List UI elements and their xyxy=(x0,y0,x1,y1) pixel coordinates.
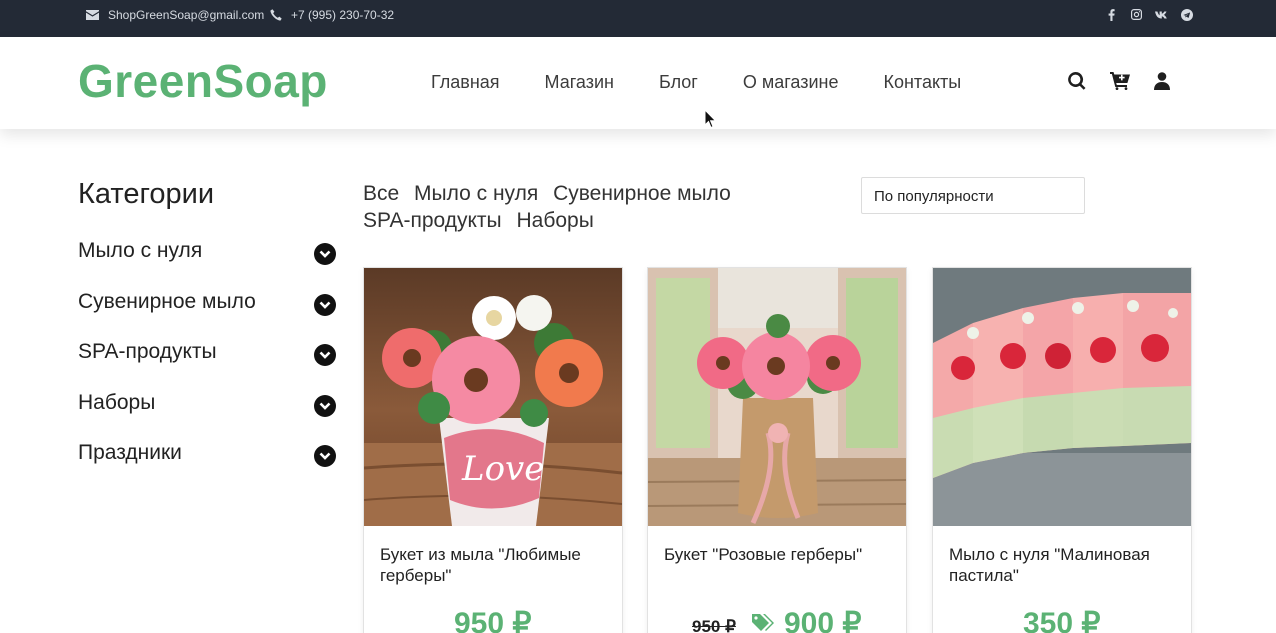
site-logo[interactable]: GreenSoap xyxy=(78,54,328,108)
sidebar-title: Категории xyxy=(78,178,215,210)
nav-home[interactable]: Главная xyxy=(431,72,500,93)
product-card[interactable]: Мыло с нуля "Малиновая пастила" 350 ₽ xyxy=(932,267,1192,633)
category-sidebar: Категории Мыло с нуля Сувенирное мыло SP… xyxy=(78,178,338,492)
category-item[interactable]: Праздники xyxy=(78,441,338,492)
user-icon[interactable] xyxy=(1154,72,1170,90)
category-item[interactable]: Наборы xyxy=(78,391,338,442)
sort-select[interactable]: По популярности xyxy=(861,177,1085,214)
filter-tab-sets[interactable]: Наборы xyxy=(516,209,593,232)
chevron-down-icon[interactable] xyxy=(314,394,336,417)
product-old-price: 950 ₽ xyxy=(692,617,736,633)
chevron-down-icon[interactable] xyxy=(314,344,336,366)
category-item[interactable]: Сувенирное мыло xyxy=(78,290,338,341)
product-name[interactable]: Мыло с нуля "Малиновая пастила" xyxy=(949,544,1179,586)
top-bar: ShopGreenSoap@gmail.com +7 (995) 230-70-… xyxy=(0,0,1276,37)
search-icon[interactable] xyxy=(1068,72,1086,90)
category-filter-tabs: Все Мыло с нуля Сувенирное мыло SPA-прод… xyxy=(363,180,763,234)
cart-icon[interactable] xyxy=(1110,72,1130,90)
product-card[interactable]: Букет "Розовые герберы" 950 ₽ 900 ₽ xyxy=(647,267,907,633)
chevron-down-icon[interactable] xyxy=(314,293,336,316)
phone-text: +7 (995) 230-70-32 xyxy=(291,8,395,22)
svg-text:Love: Love xyxy=(461,449,544,489)
filter-tab-spa[interactable]: SPA-продукты xyxy=(363,209,502,232)
product-image[interactable] xyxy=(933,268,1191,526)
phone-contact[interactable]: +7 (995) 230-70-32 xyxy=(270,0,394,30)
nav-about[interactable]: О магазине xyxy=(743,72,839,93)
filter-tab-all[interactable]: Все xyxy=(363,182,399,205)
phone-icon xyxy=(270,9,282,21)
chevron-down-icon[interactable] xyxy=(314,243,336,265)
category-label: Праздники xyxy=(78,441,182,464)
product-image[interactable]: Love xyxy=(364,268,622,526)
email-contact[interactable]: ShopGreenSoap@gmail.com xyxy=(86,0,264,30)
nav-contacts[interactable]: Контакты xyxy=(883,72,961,93)
category-label: Наборы xyxy=(78,390,156,414)
nav-shop[interactable]: Магазин xyxy=(545,72,614,93)
instagram-icon[interactable] xyxy=(1130,8,1143,21)
mouse-cursor xyxy=(704,109,717,129)
product-price: 350 ₽ xyxy=(1023,607,1101,633)
email-text: ShopGreenSoap@gmail.com xyxy=(108,8,265,22)
category-label: SPA-продукты xyxy=(78,340,217,363)
category-label: Сувенирное мыло xyxy=(78,289,256,313)
telegram-icon[interactable] xyxy=(1180,8,1193,21)
envelope-icon xyxy=(86,10,99,20)
product-name[interactable]: Букет из мыла "Любимые герберы" xyxy=(380,544,610,586)
product-price: 900 ₽ xyxy=(784,607,862,633)
product-price: 950 ₽ xyxy=(454,607,532,633)
category-item[interactable]: Мыло с нуля xyxy=(78,239,338,290)
product-name[interactable]: Букет "Розовые герберы" xyxy=(664,544,894,565)
product-image[interactable] xyxy=(648,268,906,526)
category-item[interactable]: SPA-продукты xyxy=(78,340,338,391)
filter-tab-soap-from-scratch[interactable]: Мыло с нуля xyxy=(414,182,538,205)
category-label: Мыло с нуля xyxy=(78,239,203,262)
vk-icon[interactable] xyxy=(1155,8,1168,21)
chevron-down-icon[interactable] xyxy=(314,445,336,467)
site-header: GreenSoap Главная Магазин Блог О магазин… xyxy=(0,37,1276,129)
main-nav: Главная Магазин Блог О магазине Контакты xyxy=(431,72,1006,93)
filter-tab-souvenir-soap[interactable]: Сувенирное мыло xyxy=(553,182,731,205)
nav-blog[interactable]: Блог xyxy=(659,72,698,93)
social-links xyxy=(1105,8,1193,21)
price-tag-icon xyxy=(752,614,774,631)
header-actions xyxy=(1068,72,1170,90)
facebook-icon[interactable] xyxy=(1105,8,1118,21)
product-card[interactable]: Love Букет из мыла "Любимые герберы" 950… xyxy=(363,267,623,633)
